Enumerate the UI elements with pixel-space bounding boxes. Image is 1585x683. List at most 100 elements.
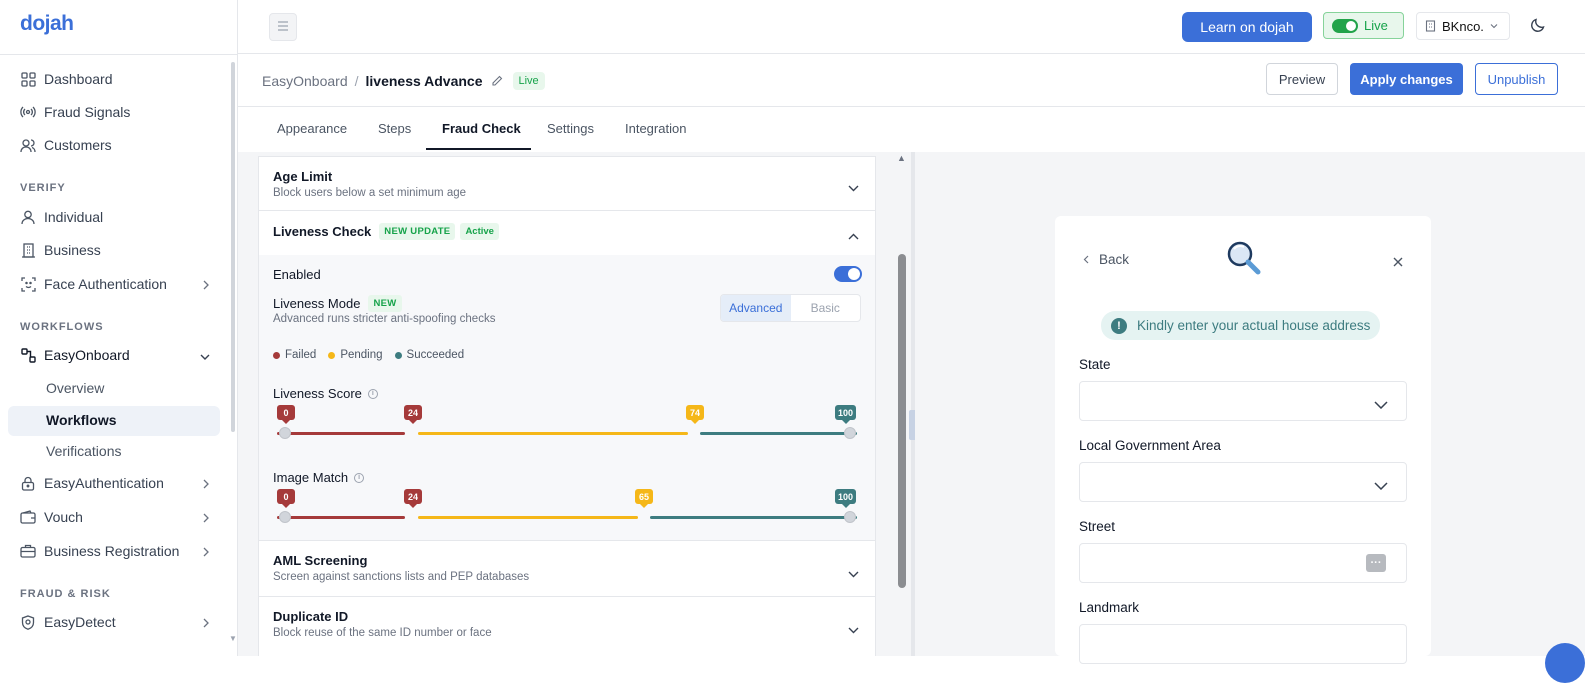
tab-appearance[interactable]: Appearance	[277, 121, 347, 136]
preview-button[interactable]: Preview	[1266, 63, 1338, 95]
enabled-toggle[interactable]	[834, 266, 862, 282]
live-label: Live	[1364, 18, 1388, 33]
chevron-down-icon	[1490, 23, 1498, 29]
sidebar-subitem-workflows[interactable]: Workflows	[46, 412, 117, 428]
building-icon	[1425, 20, 1436, 32]
divider	[0, 54, 238, 55]
accordion-age-limit[interactable]: Age Limit Block users below a set minimu…	[259, 157, 875, 211]
accordion-aml-screening[interactable]: AML Screening Screen against sanctions l…	[259, 541, 875, 597]
organization-switcher[interactable]: BKnco.	[1416, 12, 1510, 40]
chevron-right-icon	[202, 277, 210, 293]
close-icon[interactable]	[1393, 254, 1403, 272]
sidebar-item-easyonboard[interactable]: EasyOnboard	[20, 342, 210, 368]
sidebar-item-dashboard[interactable]: Dashboard	[20, 66, 210, 92]
threshold-value: 74	[689, 407, 700, 418]
slider-handle-max[interactable]	[844, 511, 856, 523]
dark-mode-moon-icon[interactable]	[1530, 17, 1546, 38]
liveness-score-heading: Liveness Score i	[273, 386, 378, 401]
tab-settings[interactable]: Settings	[547, 121, 594, 136]
chevron-right-icon	[202, 510, 210, 526]
chat-support-button[interactable]	[1545, 643, 1585, 683]
scroll-down-arrow-icon[interactable]: ▼	[229, 634, 237, 643]
threshold-tooltip-pending[interactable]: 65	[635, 489, 653, 508]
accordion-title: AML Screening	[273, 553, 368, 568]
sidebar-item-easyauthentication[interactable]: EasyAuthentication	[20, 470, 210, 496]
accordion-subtitle: Screen against sanctions lists and PEP d…	[273, 571, 530, 583]
mode-option-basic[interactable]: Basic	[791, 295, 861, 321]
landmark-input[interactable]	[1079, 624, 1407, 664]
liveness-score-slider[interactable]: 0 24 74 100	[273, 405, 863, 445]
learn-on-dojah-button[interactable]: Learn on dojah	[1182, 12, 1312, 42]
image-match-slider[interactable]: 0 24 65 100	[273, 489, 863, 529]
legend-label: Pending	[340, 349, 383, 361]
sidebar-item-label: Fraud Signals	[44, 104, 131, 120]
breadcrumb: EasyOnboard / liveness Advance Live	[262, 72, 545, 90]
sidebar-subitem-verifications[interactable]: Verifications	[46, 443, 121, 459]
threshold-tooltip-failed[interactable]: 24	[404, 489, 422, 508]
sidebar-item-label: Individual	[44, 209, 104, 225]
sidebar-item-business[interactable]: Business	[20, 237, 210, 263]
preview-panel: Back ! Kindly enter your actual house ad…	[915, 152, 1585, 664]
slider-handle-max[interactable]	[844, 427, 856, 439]
enabled-label: Enabled	[273, 267, 321, 282]
accordion-liveness-header[interactable]: Liveness Check NEW UPDATE Active	[273, 223, 499, 240]
info-icon[interactable]: i	[354, 472, 365, 483]
dojah-logo[interactable]: dojah	[20, 12, 74, 36]
live-mode-toggle[interactable]: Live	[1323, 12, 1404, 39]
accordion-duplicate-id[interactable]: Duplicate ID Block reuse of the same ID …	[259, 597, 875, 657]
threshold-tooltip-failed[interactable]: 24	[404, 405, 422, 424]
sidebar-item-individual[interactable]: Individual	[20, 204, 210, 230]
menu-toggle-button[interactable]	[269, 13, 297, 41]
signal-icon	[20, 104, 36, 120]
edit-pencil-icon[interactable]	[491, 75, 503, 87]
chevron-right-icon	[202, 544, 210, 560]
chevron-down-icon	[1374, 477, 1388, 495]
back-button[interactable]: Back	[1083, 252, 1129, 267]
mode-option-advanced[interactable]: Advanced	[721, 295, 791, 321]
sidebar-item-business-registration[interactable]: Business Registration	[20, 538, 210, 564]
liveness-mode-segmented-control: Advanced Basic	[720, 294, 861, 322]
fraud-check-list: Age Limit Block users below a set minimu…	[258, 156, 876, 656]
chevron-up-icon[interactable]	[848, 227, 859, 245]
sidebar-item-customers[interactable]: Customers	[20, 132, 210, 158]
tab-steps[interactable]: Steps	[378, 121, 411, 136]
scroll-up-arrow-icon[interactable]: ▲	[897, 153, 906, 163]
wallet-icon	[20, 509, 36, 525]
apply-changes-button[interactable]: Apply changes	[1350, 63, 1463, 95]
liveness-mode-heading: Liveness Mode NEW	[273, 295, 402, 312]
accordion-title: Liveness Check	[273, 224, 372, 239]
sidebar-item-easydetect[interactable]: EasyDetect	[20, 609, 210, 635]
threshold-value: 24	[407, 407, 418, 418]
face-scan-icon	[20, 276, 36, 292]
chevron-down-icon	[200, 348, 210, 364]
chevron-right-icon	[202, 615, 210, 631]
tab-fraud-check[interactable]: Fraud Check	[442, 121, 521, 136]
chevron-down-icon	[1374, 396, 1388, 414]
threshold-tooltip-pending[interactable]: 74	[686, 405, 704, 424]
accordion-subtitle: Block reuse of the same ID number or fac…	[273, 627, 492, 639]
slider-handle-min[interactable]	[279, 427, 291, 439]
lga-label: Local Government Area	[1079, 438, 1221, 453]
section-label-workflows: WORKFLOWS	[20, 321, 104, 333]
panel-scrollbar[interactable]	[898, 254, 906, 588]
lga-select[interactable]	[1079, 462, 1407, 502]
street-input[interactable]: ···	[1079, 543, 1407, 583]
sidebar-subitem-overview[interactable]: Overview	[46, 380, 104, 396]
slider-handle-min[interactable]	[279, 511, 291, 523]
sidebar-item-fraud-signals[interactable]: Fraud Signals	[20, 99, 210, 125]
red-dot-icon	[273, 351, 280, 359]
sidebar-item-face-authentication[interactable]: Face Authentication	[20, 271, 210, 297]
threshold-tooltip-max: 100	[835, 489, 857, 508]
unpublish-button[interactable]: Unpublish	[1475, 63, 1558, 95]
more-options-icon[interactable]: ···	[1366, 554, 1386, 572]
info-icon[interactable]: i	[367, 388, 378, 399]
breadcrumb-separator: /	[354, 73, 359, 89]
threshold-value: 100	[838, 407, 854, 418]
chevron-right-icon	[202, 476, 210, 492]
sidebar-scrollbar[interactable]	[231, 62, 235, 432]
state-select[interactable]	[1079, 381, 1407, 421]
sidebar-item-vouch[interactable]: Vouch	[20, 504, 210, 530]
tab-integration[interactable]: Integration	[625, 121, 686, 136]
image-match-label: Image Match	[273, 470, 349, 485]
breadcrumb-root[interactable]: EasyOnboard	[262, 73, 348, 89]
